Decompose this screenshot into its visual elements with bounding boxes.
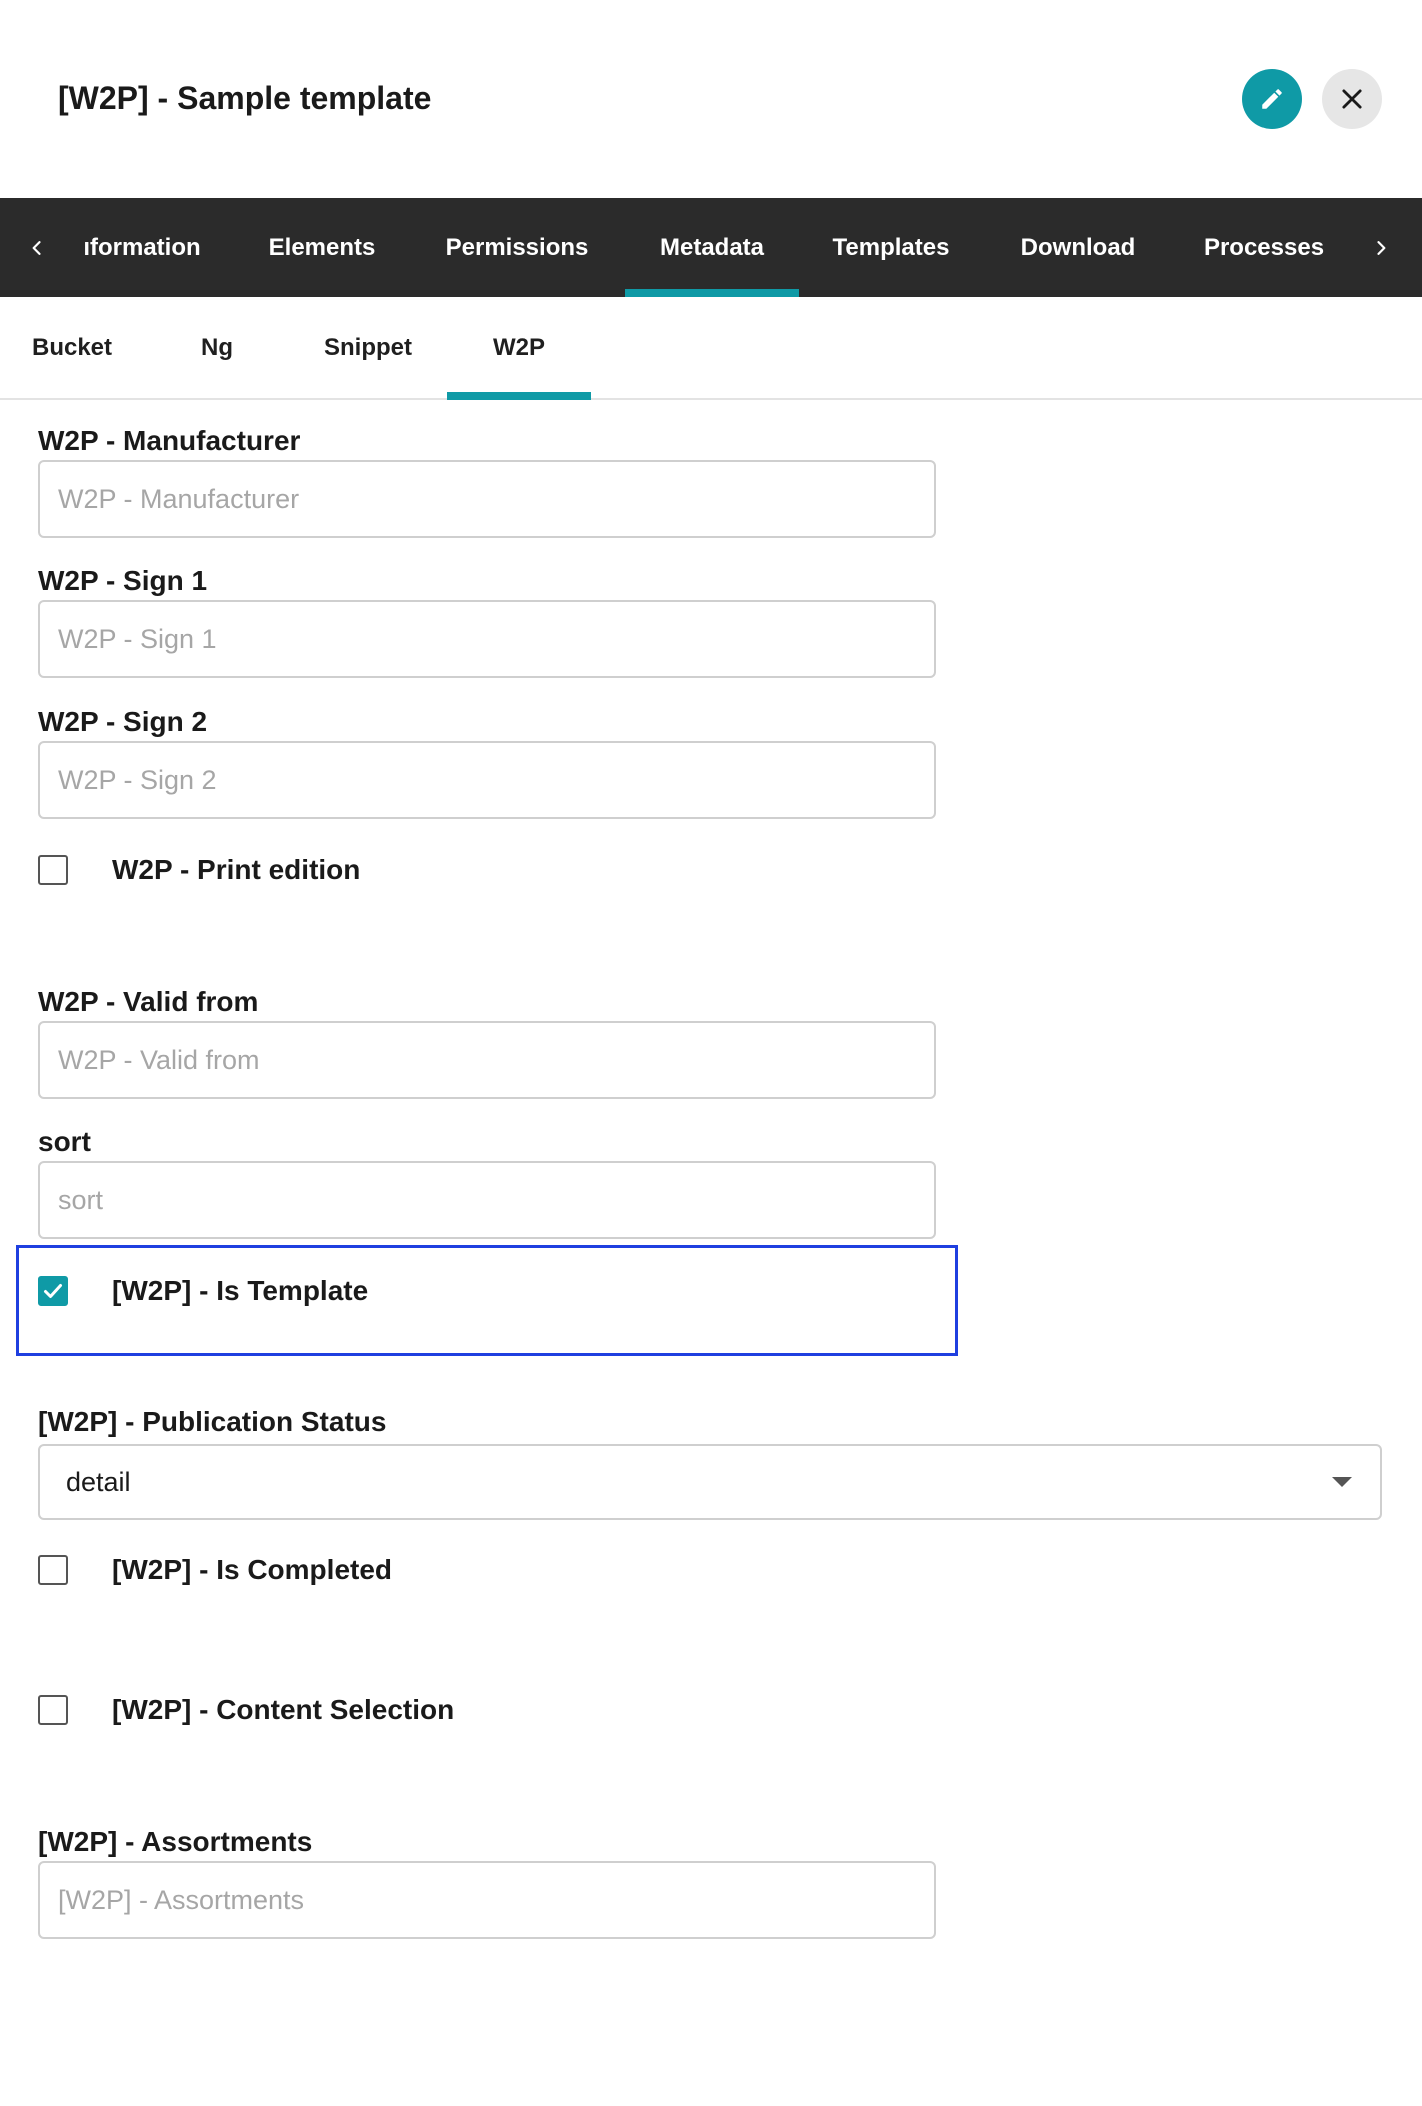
- is-template-label: [W2P] - Is Template: [112, 1275, 369, 1306]
- subtab-snippet[interactable]: Snippet: [304, 297, 432, 398]
- pencil-icon: [1262, 89, 1282, 109]
- tab-templates[interactable]: Templates: [806, 198, 976, 297]
- content-selection-row[interactable]: [W2P] - Content Selection: [38, 1690, 454, 1730]
- dialog-header: [W2P] - Sample template: [0, 0, 1422, 198]
- page-title: [W2P] - Sample template: [58, 80, 432, 116]
- primary-tab-bar: ıformation Elements Permissions Metadata…: [0, 198, 1422, 297]
- tab-elements[interactable]: Elements: [238, 198, 406, 297]
- subtab-w2p[interactable]: W2P: [447, 297, 591, 400]
- assortments-label: [W2P] - Assortments: [38, 1826, 313, 1857]
- caret-down-icon: [1332, 1477, 1352, 1487]
- metadata-dialog: [W2P] - Sample template ıformation Eleme…: [0, 0, 1422, 2106]
- subtab-bucket[interactable]: Bucket: [14, 297, 130, 398]
- manufacturer-input[interactable]: [38, 460, 936, 538]
- is-completed-row[interactable]: [W2P] - Is Completed: [38, 1550, 392, 1590]
- sort-label: sort: [38, 1126, 91, 1157]
- tab-scroll-left-button[interactable]: [10, 198, 64, 297]
- tab-information[interactable]: ıformation: [64, 198, 220, 297]
- tab-processes[interactable]: Processes: [1180, 198, 1348, 297]
- edit-button[interactable]: [1242, 69, 1302, 129]
- is-template-row[interactable]: [W2P] - Is Template: [38, 1271, 368, 1311]
- tab-permissions[interactable]: Permissions: [424, 198, 610, 297]
- content-selection-checkbox[interactable]: [38, 1695, 68, 1725]
- valid-from-label: W2P - Valid from: [38, 986, 259, 1017]
- print-edition-checkbox[interactable]: [38, 855, 68, 885]
- is-completed-checkbox[interactable]: [38, 1555, 68, 1585]
- close-button[interactable]: [1322, 69, 1382, 129]
- checkmark-icon: [44, 1284, 62, 1298]
- sign1-label: W2P - Sign 1: [38, 565, 208, 596]
- chevron-left-icon: [32, 240, 41, 255]
- is-completed-label: [W2P] - Is Completed: [112, 1554, 393, 1585]
- content-selection-label: [W2P] - Content Selection: [112, 1694, 455, 1725]
- sort-input[interactable]: [38, 1161, 936, 1239]
- close-icon: [1342, 89, 1362, 109]
- publication-status-select[interactable]: detail: [38, 1444, 1382, 1520]
- publication-status-value: detail: [66, 1466, 131, 1497]
- valid-from-input[interactable]: [38, 1021, 936, 1099]
- assortments-input[interactable]: [38, 1861, 936, 1939]
- subtab-ng[interactable]: Ng: [172, 297, 262, 398]
- sign2-label: W2P - Sign 2: [38, 706, 208, 737]
- publication-status-label: [W2P] - Publication Status: [38, 1406, 387, 1437]
- tab-metadata[interactable]: Metadata: [625, 198, 799, 297]
- chevron-right-icon: [1377, 240, 1386, 255]
- sign2-input[interactable]: [38, 741, 936, 819]
- tab-download[interactable]: Download: [994, 198, 1162, 297]
- print-edition-row[interactable]: W2P - Print edition: [38, 850, 360, 890]
- sign1-input[interactable]: [38, 600, 936, 678]
- is-template-checkbox[interactable]: [38, 1276, 68, 1306]
- print-edition-label: W2P - Print edition: [112, 854, 361, 885]
- manufacturer-label: W2P - Manufacturer: [38, 425, 301, 456]
- secondary-tab-bar: Bucket Ng Snippet W2P: [0, 297, 1422, 400]
- tab-scroll-right-button[interactable]: [1354, 198, 1408, 297]
